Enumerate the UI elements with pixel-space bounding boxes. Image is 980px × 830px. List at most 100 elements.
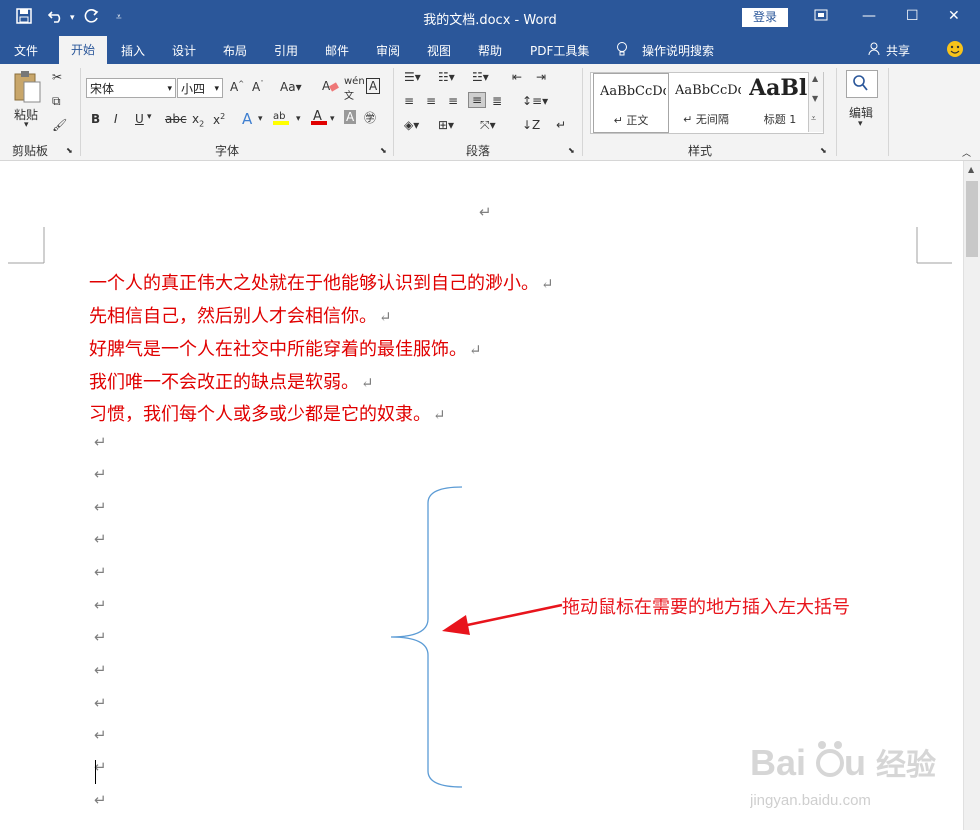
chevron-down-icon[interactable]: ▾ [330,114,335,124]
text-line[interactable]: 习惯，我们每个人或多或少都是它的奴隶。 ↵ [89,400,446,426]
distributed-icon[interactable]: ≣ [492,94,502,108]
chevron-down-icon[interactable]: ▾ [296,114,301,124]
close-icon[interactable]: ✕ [948,8,960,24]
increase-indent-icon[interactable]: ⇥ [536,70,546,84]
tab-file[interactable]: 文件 [14,42,38,59]
copy-icon[interactable]: ⧉ [52,94,61,109]
tab-layout[interactable]: 布局 [223,42,247,59]
decrease-indent-icon[interactable]: ⇤ [512,70,522,84]
cut-icon[interactable]: ✂ [52,70,62,84]
align-left-icon[interactable]: ≡ [404,94,414,108]
paragraph-mark: ↵ [469,341,482,359]
empty-paragraph-mark: ↵ [94,628,107,646]
line-spacing-icon[interactable]: ↕≡▾ [522,94,548,108]
tab-view[interactable]: 视图 [427,42,451,59]
empty-paragraph-mark: ↵ [94,530,107,548]
styles-scroll[interactable]: ▲ ▼ ⩡ [808,72,823,132]
font-launcher-icon[interactable]: ⬊ [380,146,387,155]
collapse-ribbon-icon[interactable]: ︿ [962,146,971,159]
tab-mailings[interactable]: 邮件 [325,42,349,59]
paragraph-launcher-icon[interactable]: ⬊ [568,146,575,155]
margin-corner-left [8,227,45,264]
underline-button[interactable]: U [135,112,144,126]
paste-dropdown-icon[interactable]: ▾ [24,120,29,130]
bold-button[interactable]: B [91,112,100,126]
bullets-icon[interactable]: ☰▾ [404,70,421,84]
styles-launcher-icon[interactable]: ⬊ [820,146,827,155]
style-no-spacing[interactable]: AaBbCcDd ↵ 无间隔 [669,73,743,131]
smiley-feedback-icon[interactable] [946,40,964,61]
phonetic-guide-icon[interactable]: wén 文 [344,76,365,102]
tab-pdf-tools[interactable]: PDF工具集 [530,42,589,59]
scroll-up-icon[interactable]: ▲ [812,74,818,83]
grow-font-icon[interactable]: A^ [230,80,244,94]
change-case-icon[interactable]: Aa▾ [280,80,302,94]
scroll-thumb[interactable] [966,181,978,257]
login-button[interactable]: 登录 [742,8,788,27]
format-painter-icon[interactable]: 🖌 [52,118,67,132]
share-button[interactable]: 共享 [886,42,910,59]
font-name-combo[interactable]: 宋体 ▾ [86,78,176,98]
superscript-button[interactable]: x2 [213,112,225,127]
underline-dropdown-icon[interactable]: ▾ [147,112,152,122]
ribbon-tabs: 文件 开始 插入 设计 布局 引用 邮件 审阅 视图 帮助 PDF工具集 操作说… [0,36,980,64]
minimize-icon[interactable]: — [862,8,876,24]
chinese-layout-icon[interactable]: ⤧▾ [480,118,496,133]
align-right-icon[interactable]: ≡ [448,94,458,108]
share-icon[interactable] [868,42,882,59]
paste-icon[interactable] [12,70,42,107]
more-styles-icon[interactable]: ⩡ [811,114,816,124]
chevron-down-icon[interactable]: ▾ [258,114,263,124]
numbering-icon[interactable]: ☷▾ [438,70,455,84]
svg-text:ab: ab [273,111,285,122]
scroll-up-icon[interactable]: ▲ [968,165,974,174]
font-size-combo[interactable]: 小四 ▾ [177,78,223,98]
multilevel-list-icon[interactable]: ☳▾ [472,70,489,84]
scroll-down-icon[interactable]: ▼ [812,94,818,103]
justify-icon[interactable]: ≡ [468,92,487,108]
style-normal[interactable]: AaBbCcDd ↵ 正文 [593,73,669,133]
tab-help[interactable]: 帮助 [478,42,502,59]
chevron-down-icon: ▾ [214,84,219,94]
empty-paragraph-mark: ↵ [94,791,107,809]
text-effects-icon[interactable]: A [242,110,252,128]
tab-review[interactable]: 审阅 [376,42,400,59]
character-border-icon[interactable]: A [366,78,381,94]
text-line[interactable]: 一个人的真正伟大之处就在于他能够认识到自己的渺小。 ↵ [89,269,554,295]
document-page[interactable]: ↵ 一个人的真正伟大之处就在于他能够认识到自己的渺小。 ↵ 先相信自己，然后别人才… [0,161,963,830]
clipboard-launcher-icon[interactable]: ⬊ [66,146,73,155]
lightbulb-icon[interactable] [616,42,628,60]
borders-icon[interactable]: ⊞▾ [438,118,454,132]
subscript-button[interactable]: x2 [192,112,204,128]
vertical-scrollbar[interactable]: ▲ [963,161,980,830]
enclose-characters-icon[interactable]: ㊫ [364,109,376,126]
tell-me-search[interactable]: 操作说明搜索 [642,42,714,59]
tab-design[interactable]: 设计 [172,42,196,59]
highlight-icon[interactable]: ab [272,108,292,129]
text-line[interactable]: 先相信自己，然后别人才会相信你。 ↵ [89,302,392,328]
paragraph-mark: ↵ [379,308,392,326]
shading-icon[interactable]: ◈▾ [404,118,419,132]
chevron-down-icon: ▾ [167,84,172,94]
tab-references[interactable]: 引用 [274,42,298,59]
editing-dropdown-icon[interactable]: ▾ [858,119,863,129]
align-center-icon[interactable]: ≡ [426,94,436,108]
style-heading-1[interactable]: AaBl 标题 1 [743,73,817,131]
font-color-icon[interactable]: A [310,108,328,129]
italic-button[interactable]: I [114,112,118,126]
tab-home[interactable]: 开始 [59,36,108,64]
strikethrough-button[interactable]: abc [165,112,187,126]
find-icon[interactable] [846,70,878,98]
styles-group-label: 样式 [688,144,713,158]
maximize-icon[interactable]: ☐ [906,8,919,24]
character-shading-icon[interactable]: A [344,110,357,124]
text-line[interactable]: 好脾气是一个人在社交中所能穿着的最佳服饰。 ↵ [89,335,482,361]
text-line[interactable]: 我们唯一不会改正的缺点是软弱。 ↵ [89,368,374,394]
tab-insert[interactable]: 插入 [121,42,145,59]
sort-icon[interactable]: ↓Z [522,118,540,132]
ribbon-display-options-icon[interactable] [814,8,828,26]
clear-formatting-icon[interactable]: A [322,78,340,97]
shrink-font-icon[interactable]: Aˇ [252,80,264,94]
empty-paragraph-mark: ↵ [94,498,107,516]
show-marks-icon[interactable]: ↵ [556,118,566,132]
